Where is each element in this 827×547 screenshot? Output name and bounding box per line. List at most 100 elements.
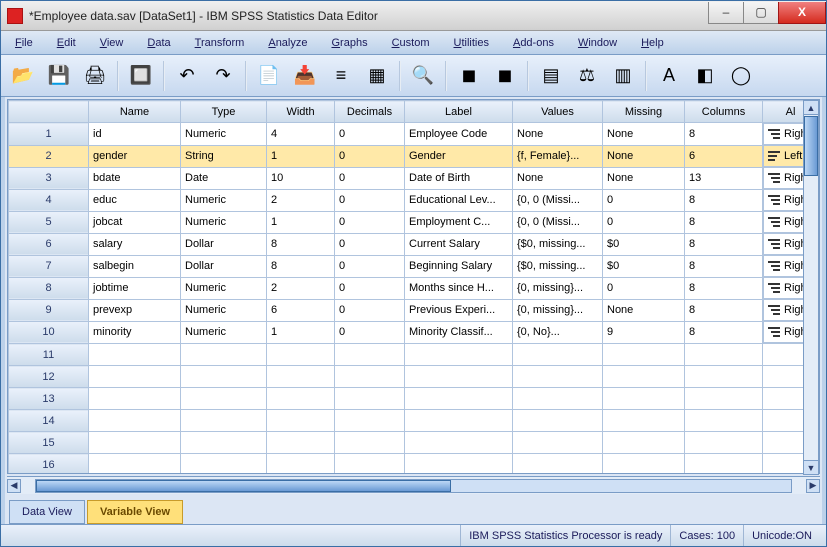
cell-columns[interactable]: 8 (685, 233, 763, 255)
scroll-right-icon[interactable]: ▶ (806, 479, 820, 493)
table-row-empty[interactable]: 15 (9, 432, 819, 454)
row-header[interactable]: 13 (9, 388, 89, 410)
redo-button[interactable]: ↷ (207, 60, 239, 92)
cell-columns[interactable]: 8 (685, 255, 763, 277)
use-sets-button[interactable]: ◧ (689, 60, 721, 92)
cell-decimals[interactable]: 0 (335, 123, 405, 146)
scroll-thumb-horizontal[interactable] (36, 480, 451, 492)
scroll-track-horizontal[interactable] (35, 479, 792, 493)
menu-analyze[interactable]: Analyze (262, 35, 313, 51)
cell-type[interactable]: Numeric (181, 211, 267, 233)
cell-name[interactable]: minority (89, 321, 181, 344)
weight-button[interactable]: ⚖ (571, 60, 603, 92)
column-header[interactable] (9, 101, 89, 123)
column-header[interactable]: Name (89, 101, 181, 123)
cell-type[interactable]: Numeric (181, 299, 267, 321)
cell-label[interactable]: Previous Experi... (405, 299, 513, 321)
scroll-thumb-vertical[interactable] (804, 116, 818, 176)
minimize-button[interactable]: – (708, 2, 744, 24)
menu-addons[interactable]: Add-ons (507, 35, 560, 51)
scroll-up-icon[interactable]: ▲ (804, 101, 818, 115)
table-row[interactable]: 7salbeginDollar80Beginning Salary{$0, mi… (9, 255, 819, 277)
menu-data[interactable]: Data (141, 35, 176, 51)
table-row-empty[interactable]: 14 (9, 410, 819, 432)
recall-button[interactable]: 🔲 (125, 60, 157, 92)
column-header[interactable]: Width (267, 101, 335, 123)
insert-var-button[interactable]: ◼ (489, 60, 521, 92)
table-row[interactable]: 6salaryDollar80Current Salary{$0, missin… (9, 233, 819, 255)
select-button[interactable]: ▥ (607, 60, 639, 92)
cell-name[interactable]: salbegin (89, 255, 181, 277)
menu-help[interactable]: Help (635, 35, 670, 51)
cell-width[interactable]: 1 (267, 211, 335, 233)
cell-decimals[interactable]: 0 (335, 145, 405, 167)
cell-columns[interactable]: 8 (685, 123, 763, 146)
cell-width[interactable]: 2 (267, 277, 335, 299)
cell-decimals[interactable]: 0 (335, 299, 405, 321)
cell-values[interactable]: None (513, 123, 603, 146)
cell-label[interactable]: Employee Code (405, 123, 513, 146)
cell-missing[interactable]: None (603, 167, 685, 189)
save-button[interactable]: 💾 (43, 60, 75, 92)
customize-button[interactable]: ◯ (725, 60, 757, 92)
tab-variable-view[interactable]: Variable View (87, 500, 183, 524)
cell-decimals[interactable]: 0 (335, 167, 405, 189)
cell-values[interactable]: {0, 0 (Missi... (513, 211, 603, 233)
cell-missing[interactable]: 0 (603, 189, 685, 211)
table-row[interactable]: 9prevexpNumeric60Previous Experi...{0, m… (9, 299, 819, 321)
cell-name[interactable]: jobcat (89, 211, 181, 233)
cell-missing[interactable]: None (603, 123, 685, 146)
cell-name[interactable]: gender (89, 145, 181, 167)
cell-decimals[interactable]: 0 (335, 211, 405, 233)
row-header[interactable]: 11 (9, 344, 89, 366)
goto-var-button[interactable]: 📥 (289, 60, 321, 92)
cell-decimals[interactable]: 0 (335, 277, 405, 299)
scroll-left-icon[interactable]: ◀ (7, 479, 21, 493)
cell-values[interactable]: {0, missing}... (513, 277, 603, 299)
row-header[interactable]: 6 (9, 233, 89, 255)
cell-label[interactable]: Months since H... (405, 277, 513, 299)
goto-case-button[interactable]: 📄 (253, 60, 285, 92)
cell-values[interactable]: {f, Female}... (513, 145, 603, 167)
table-row[interactable]: 5jobcatNumeric10Employment C...{0, 0 (Mi… (9, 211, 819, 233)
cell-values[interactable]: {$0, missing... (513, 255, 603, 277)
column-header[interactable]: Label (405, 101, 513, 123)
menu-view[interactable]: View (94, 35, 130, 51)
table-row[interactable]: 3bdateDate100Date of BirthNoneNone13 Rig… (9, 167, 819, 189)
row-header[interactable]: 16 (9, 454, 89, 475)
column-header[interactable]: Missing (603, 101, 685, 123)
maximize-button[interactable]: ▢ (743, 2, 779, 24)
cell-width[interactable]: 2 (267, 189, 335, 211)
row-header[interactable]: 2 (9, 145, 89, 167)
cell-columns[interactable]: 8 (685, 299, 763, 321)
cell-type[interactable]: Dollar (181, 233, 267, 255)
split-button[interactable]: ▤ (535, 60, 567, 92)
insert-case-button[interactable]: ◼ (453, 60, 485, 92)
cell-missing[interactable]: 0 (603, 211, 685, 233)
row-header[interactable]: 10 (9, 321, 89, 344)
cell-missing[interactable]: $0 (603, 233, 685, 255)
cell-columns[interactable]: 6 (685, 145, 763, 167)
cell-type[interactable]: Numeric (181, 321, 267, 344)
menu-edit[interactable]: Edit (51, 35, 82, 51)
cell-name[interactable]: bdate (89, 167, 181, 189)
variable-grid[interactable]: NameTypeWidthDecimalsLabelValuesMissingC… (7, 99, 820, 474)
cell-type[interactable]: Numeric (181, 189, 267, 211)
horizontal-scrollbar[interactable]: ◀ ▶ (7, 476, 820, 494)
open-button[interactable]: 📂 (7, 60, 39, 92)
cell-columns[interactable]: 8 (685, 189, 763, 211)
cell-width[interactable]: 8 (267, 255, 335, 277)
scroll-down-icon[interactable]: ▼ (804, 460, 818, 474)
cell-name[interactable]: id (89, 123, 181, 146)
cell-type[interactable]: Numeric (181, 277, 267, 299)
variables-button[interactable]: ≡ (325, 60, 357, 92)
cell-columns[interactable]: 8 (685, 211, 763, 233)
menu-graphs[interactable]: Graphs (325, 35, 373, 51)
cell-type[interactable]: Dollar (181, 255, 267, 277)
cell-name[interactable]: salary (89, 233, 181, 255)
row-header[interactable]: 7 (9, 255, 89, 277)
cell-columns[interactable]: 8 (685, 321, 763, 344)
row-header[interactable]: 15 (9, 432, 89, 454)
table-row[interactable]: 1idNumeric40Employee CodeNoneNone8 Righ (9, 123, 819, 146)
cell-name[interactable]: jobtime (89, 277, 181, 299)
